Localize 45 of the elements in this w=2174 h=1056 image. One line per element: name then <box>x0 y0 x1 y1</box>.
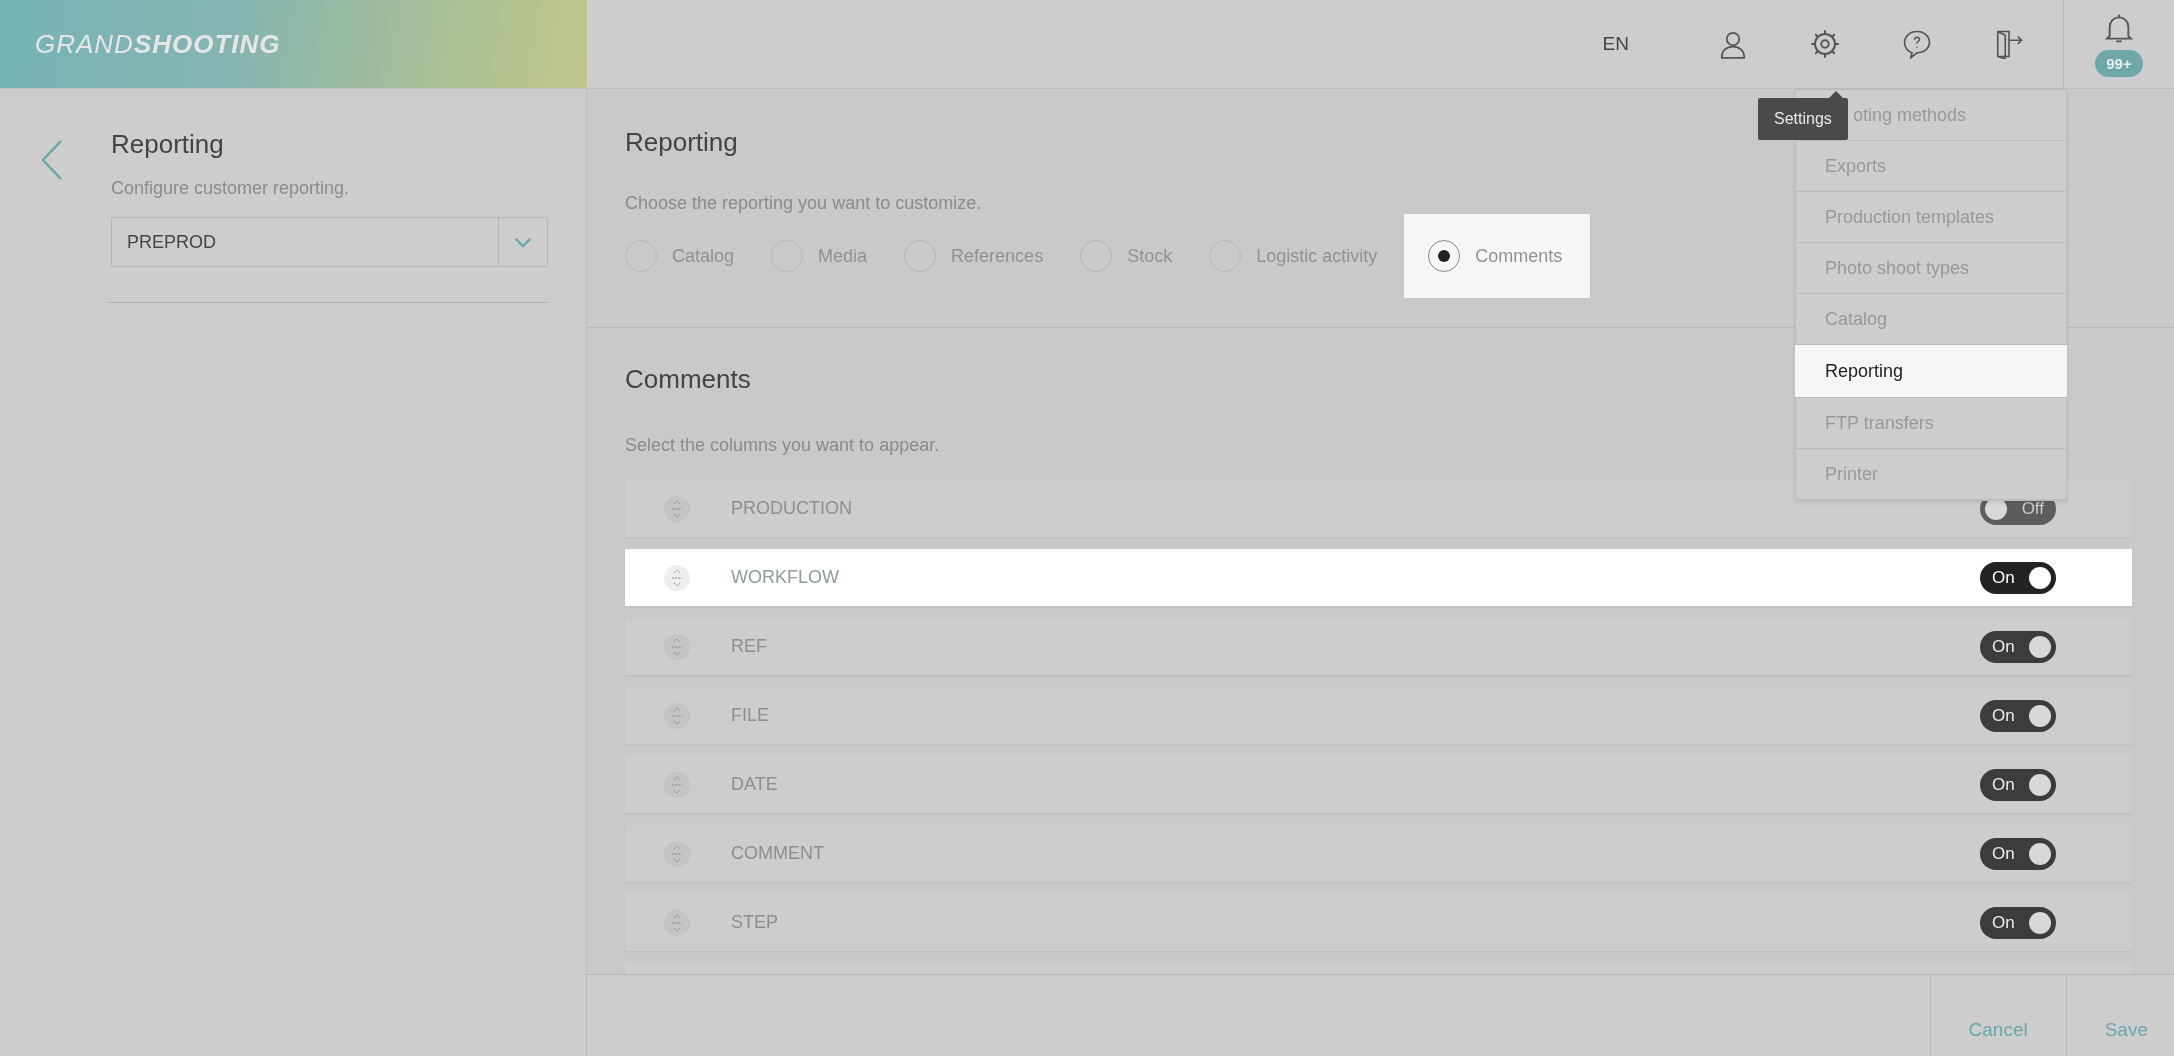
column-name: PRODUCTION <box>731 498 853 519</box>
user-icon[interactable] <box>1718 29 1748 59</box>
column-row[interactable]: REF On <box>625 618 2132 675</box>
column-name: WORKFLOW <box>731 567 840 588</box>
drag-handle-icon[interactable] <box>663 908 691 937</box>
logout-icon[interactable] <box>1994 29 2024 59</box>
tooltip: Settings <box>1758 91 1848 140</box>
column-name: COMMENT <box>731 843 825 864</box>
section-description: Select the columns you want to appear. <box>625 435 941 456</box>
notification-badge: 99+ <box>2095 49 2143 77</box>
column-name: FILE <box>731 705 770 726</box>
environment-select[interactable]: PREPROD <box>111 217 548 267</box>
section-title: Reporting <box>625 127 738 158</box>
chevron-down-icon <box>514 236 532 248</box>
radio-option[interactable]: Comments <box>1404 214 1591 298</box>
column-row[interactable]: COMMENT On <box>625 825 2132 882</box>
toggle-switch[interactable]: On <box>1980 630 2056 663</box>
section-title: Comments <box>625 364 751 395</box>
column-row[interactable]: FILE On <box>625 687 2132 744</box>
drag-handle-icon[interactable] <box>663 632 691 661</box>
column-row[interactable]: PRODUCTION Off <box>625 480 2132 537</box>
menu-item[interactable]: Reporting <box>1795 345 2067 398</box>
drag-handle-icon[interactable] <box>663 770 691 799</box>
toggle-switch[interactable]: On <box>1980 561 2056 594</box>
column-name: DATE <box>731 774 779 795</box>
language-selector[interactable]: EN <box>1602 33 1629 55</box>
logo: GRANDSHOOTING <box>0 0 587 88</box>
column-row[interactable]: STEP On <box>625 894 2132 951</box>
toggle-switch[interactable]: On <box>1980 768 2056 801</box>
toggle-switch[interactable]: On <box>1980 699 2056 732</box>
drag-handle-icon[interactable] <box>663 839 691 868</box>
toggle-switch[interactable]: On <box>1980 906 2056 939</box>
column-name: REF <box>731 636 768 657</box>
help-icon[interactable] <box>1902 29 1932 59</box>
sidebar-description: Configure customer reporting. <box>111 178 351 199</box>
drag-handle-icon[interactable] <box>663 494 691 523</box>
drag-handle-icon[interactable] <box>663 563 691 592</box>
drag-handle-icon[interactable] <box>663 701 691 730</box>
section-description: Choose the reporting you want to customize. <box>625 193 983 214</box>
sidebar-title: Reporting <box>111 129 225 160</box>
column-row[interactable]: WORKFLOW On <box>625 549 2132 606</box>
column-name: STEP <box>731 912 779 933</box>
toggle-switch[interactable]: On <box>1980 837 2056 870</box>
column-row[interactable]: DATE On <box>625 756 2132 813</box>
settings-icon[interactable] <box>1810 29 1840 59</box>
